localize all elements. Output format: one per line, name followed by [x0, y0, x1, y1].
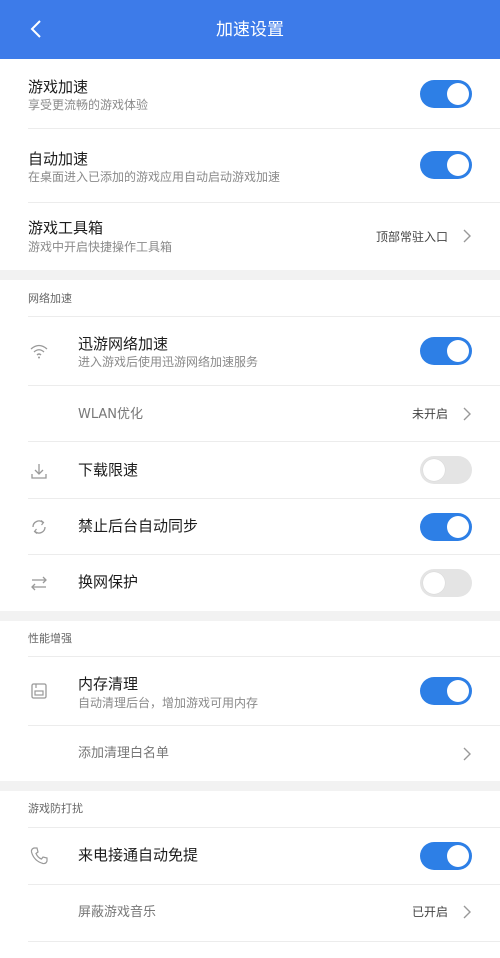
sync-icon: [32, 520, 46, 534]
memory-icon: [31, 683, 47, 699]
download-limit-toggle[interactable]: [420, 456, 472, 484]
toggle-knob: [447, 680, 469, 702]
auto-accel-subtitle: 在桌面进入已添加的游戏应用自动启动游戏加速: [28, 170, 281, 184]
toggle-knob: [423, 459, 445, 481]
download-icon: [31, 464, 47, 479]
swap-icon: [31, 576, 47, 591]
call-handsfree-row[interactable]: 来电接通自动免提: [0, 828, 500, 884]
mute-music-title: 屏蔽游戏音乐: [78, 905, 157, 920]
auto-accel-row[interactable]: 自动加速 在桌面进入已添加的游戏应用自动启动游戏加速: [0, 129, 500, 203]
toggle-knob: [447, 340, 469, 362]
phone-icon: [30, 847, 48, 865]
bg-sync-toggle[interactable]: [420, 513, 472, 541]
net-switch-row[interactable]: 换网保护: [0, 555, 500, 611]
game-accel-subtitle: 享受更流畅的游戏体验: [28, 98, 149, 112]
xunyou-accel-toggle[interactable]: [420, 337, 472, 365]
page-title: 加速设置: [216, 20, 284, 40]
toolbox-subtitle: 游戏中开启快捷操作工具箱: [28, 240, 173, 254]
auto-accel-toggle[interactable]: [420, 151, 472, 179]
mute-music-value: 已开启: [411, 905, 448, 919]
disturb-card: 游戏防打扰 来电接通自动免提 屏蔽游戏音乐 已开启: [0, 791, 500, 958]
xunyou-accel-row[interactable]: 迅游网络加速 进入游戏后使用迅游网络加速服务: [0, 317, 500, 385]
app-header: 加速设置: [0, 0, 500, 59]
wlan-row[interactable]: WLAN优化 未开启: [0, 386, 500, 442]
call-handsfree-title: 来电接通自动免提: [78, 846, 199, 864]
chevron-right-icon: [463, 229, 471, 243]
bg-sync-row[interactable]: 禁止后台自动同步: [0, 499, 500, 555]
bg-sync-title: 禁止后台自动同步: [78, 517, 199, 535]
download-limit-title: 下载限速: [78, 461, 139, 479]
chevron-right-icon: [463, 407, 471, 421]
toggle-knob: [447, 154, 469, 176]
auto-accel-title: 自动加速: [28, 150, 89, 168]
xunyou-accel-subtitle: 进入游戏后使用迅游网络加速服务: [78, 355, 259, 369]
call-handsfree-toggle[interactable]: [420, 842, 472, 870]
memory-clean-row[interactable]: 内存清理 自动清理后台，增加游戏可用内存: [0, 657, 500, 725]
wlan-title: WLAN优化: [78, 407, 144, 422]
chevron-right-icon: [463, 747, 471, 761]
game-accel-row[interactable]: 游戏加速 享受更流畅的游戏体验: [0, 59, 500, 129]
section-title-performance: 性能增强: [28, 632, 72, 645]
game-accel-title: 游戏加速: [28, 78, 89, 96]
chevron-right-icon: [463, 905, 471, 919]
net-switch-toggle[interactable]: [420, 569, 472, 597]
game-accel-toggle[interactable]: [420, 80, 472, 108]
toolbox-title: 游戏工具箱: [28, 219, 104, 237]
mute-music-row[interactable]: 屏蔽游戏音乐 已开启: [0, 885, 500, 941]
memory-clean-title: 内存清理: [78, 675, 139, 693]
toggle-knob: [423, 572, 445, 594]
network-card: 网络加速 迅游网络加速 进入游戏后使用迅游网络加速服务 WLAN优化 未开启 下…: [0, 280, 500, 611]
toggle-knob: [447, 83, 469, 105]
wifi-icon: [30, 344, 48, 359]
toolbox-row[interactable]: 游戏工具箱 游戏中开启快捷操作工具箱 顶部常驻入口: [0, 203, 500, 270]
memory-clean-subtitle: 自动清理后台，增加游戏可用内存: [78, 696, 259, 710]
xunyou-accel-title: 迅游网络加速: [78, 335, 169, 353]
whitelist-title: 添加清理白名单: [78, 746, 170, 761]
divider: [28, 941, 500, 942]
section-title-network: 网络加速: [28, 292, 72, 305]
memory-clean-toggle[interactable]: [420, 677, 472, 705]
section-title-disturb: 游戏防打扰: [28, 802, 83, 815]
whitelist-row[interactable]: 添加清理白名单: [0, 726, 500, 781]
performance-card: 性能增强 内存清理 自动清理后台，增加游戏可用内存 添加清理白名单: [0, 621, 500, 781]
main-settings-card: 游戏加速 享受更流畅的游戏体验 自动加速 在桌面进入已添加的游戏应用自动启动游戏…: [0, 59, 500, 270]
download-limit-row[interactable]: 下载限速: [0, 442, 500, 499]
net-switch-title: 换网保护: [78, 573, 139, 591]
toggle-knob: [447, 516, 469, 538]
toolbox-value: 顶部常驻入口: [375, 230, 448, 244]
toggle-knob: [447, 845, 469, 867]
wlan-value: 未开启: [411, 407, 448, 421]
